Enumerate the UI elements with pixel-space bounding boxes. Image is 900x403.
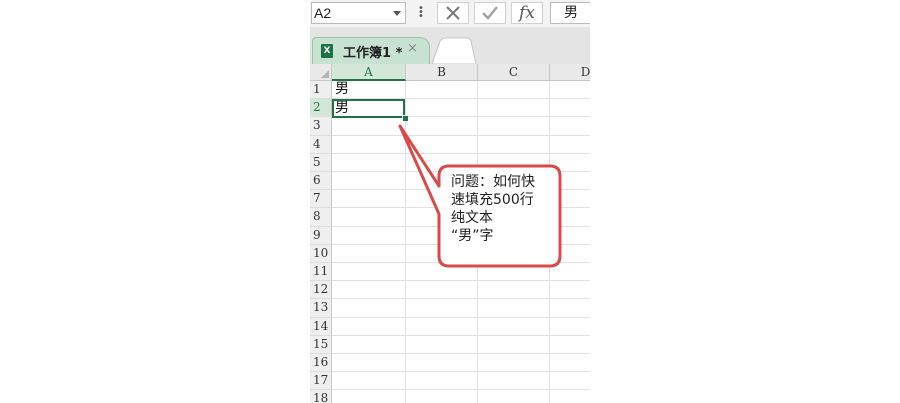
new-tab-button[interactable] [426,37,476,64]
column-gridline [405,81,406,403]
row-header-12[interactable]: 12 [310,281,332,300]
column-header-b[interactable]: B [406,64,478,81]
row-header-18[interactable]: 18 [310,390,332,403]
fill-handle[interactable] [402,115,409,122]
row-header-8[interactable]: 8 [310,208,332,227]
close-icon [446,6,460,20]
row-gridline [332,262,590,263]
row-header-4[interactable]: 4 [310,135,332,154]
row-gridline [332,134,590,136]
row-header-11[interactable]: 11 [310,263,332,282]
row-header-2[interactable]: 2 [310,99,332,118]
function-icon: fx [519,3,535,23]
cell-a1[interactable]: 男 [335,81,349,98]
row-header-13[interactable]: 13 [310,299,332,318]
row-gridline [332,389,590,391]
excel-icon: X [321,44,333,58]
row-gridline [332,316,590,318]
column-header-a[interactable]: A [332,64,406,81]
row-header-14[interactable]: 14 [310,317,332,336]
name-box-value: A2 [314,5,332,21]
confirm-button[interactable] [474,2,506,24]
formula-input[interactable]: 男 [550,2,590,24]
select-all-icon [321,70,329,78]
row-header-16[interactable]: 16 [310,354,332,373]
select-all-button[interactable] [310,64,332,81]
row-gridline [332,371,590,373]
tab-close-button[interactable]: × [407,41,418,56]
selected-cell-border [332,99,405,118]
row-header-17[interactable]: 17 [310,372,332,391]
row-header-7[interactable]: 7 [310,190,332,209]
callout-text: 问题：如何快 速填充500行 纯文本 “男”字 [451,174,535,244]
more-vertical-icon[interactable]: • • • [418,4,424,22]
tab-workbook1[interactable]: X 工作簿1 * × [312,37,430,64]
row-header-3[interactable]: 3 [310,117,332,136]
chevron-down-icon[interactable] [393,11,401,16]
row-gridline [332,171,590,172]
row-gridline [332,280,590,282]
row-gridline [332,298,590,300]
check-icon [482,6,498,20]
column-header-d[interactable]: D [550,64,590,81]
cancel-button[interactable] [437,2,469,24]
row-gridline [332,353,590,354]
column-header-c[interactable]: C [478,64,550,81]
formula-value: 男 [564,5,578,21]
row-gridline [332,334,590,336]
formula-bar: A2 • • • fx 男 [310,0,590,28]
row-header-10[interactable]: 10 [310,244,332,263]
row-header-6[interactable]: 6 [310,172,332,191]
row-header-5[interactable]: 5 [310,153,332,172]
row-header-1[interactable]: 1 [310,81,332,100]
insert-function-button[interactable]: fx [511,2,543,24]
row-header-9[interactable]: 9 [310,226,332,245]
name-box[interactable]: A2 [311,2,406,24]
row-gridline [332,152,590,154]
tab-label: 工作簿1 * [343,46,403,61]
row-header-15[interactable]: 15 [310,335,332,354]
workbook-tab-strip: X 工作簿1 * × [310,27,590,64]
